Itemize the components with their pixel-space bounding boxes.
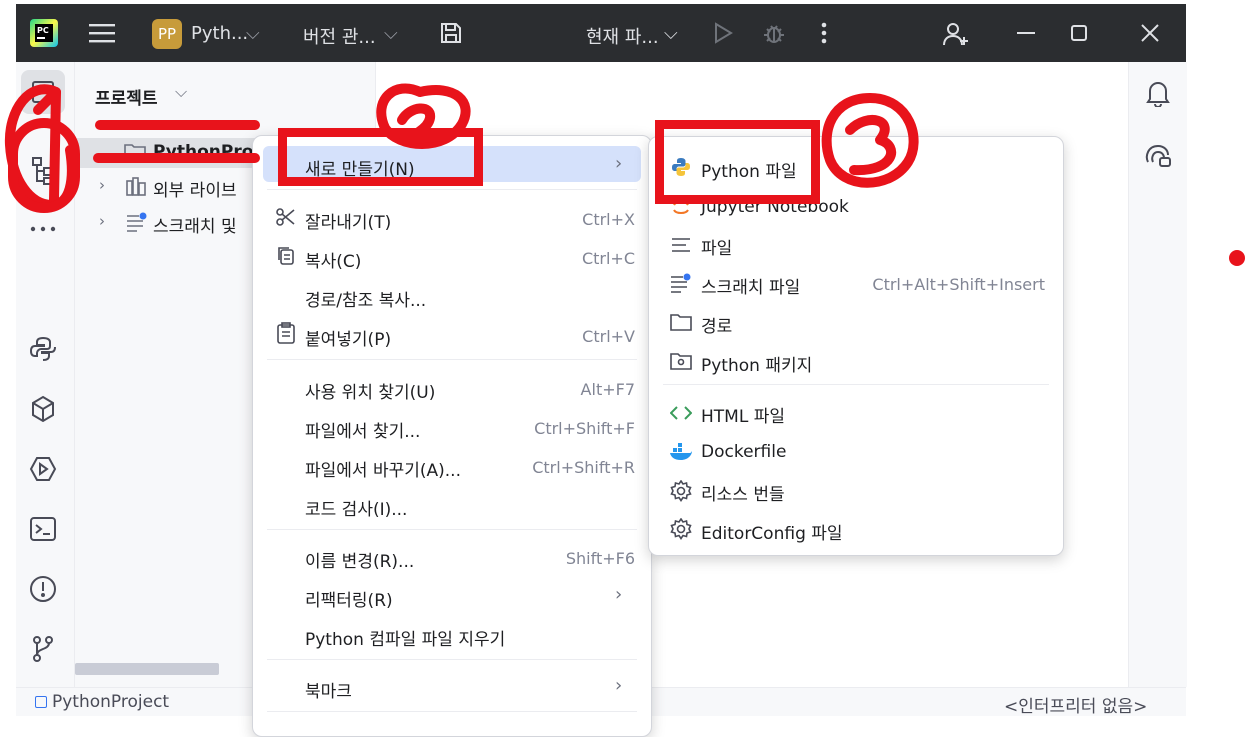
chevron-down-icon: ⌵ [246,23,260,44]
chevron-right-icon[interactable]: › [99,176,105,194]
submenu-item-directory[interactable]: 경로 [701,312,732,337]
status-project[interactable]: PythonProject [52,692,169,712]
right-tool-strip [1128,62,1187,687]
submenu-item-scratch-file[interactable]: 스크래치 파일 [701,273,800,298]
services-icon[interactable] [26,452,60,486]
docker-icon [669,440,693,464]
chevron-right-icon[interactable]: › [99,212,105,230]
chevron-right-icon: › [615,153,623,174]
copy-icon [275,244,297,266]
shortcut-copy: Ctrl+C [581,249,635,268]
main-menu-icon[interactable] [88,20,116,46]
annotation-box-3 [655,120,820,204]
maximize-icon[interactable] [1066,20,1092,46]
shortcut-scratch-file: Ctrl+Alt+Shift+Insert [872,275,1045,294]
run-icon[interactable] [710,20,736,46]
folder-icon [123,140,147,164]
scratch-file-icon [669,271,693,295]
menu-item-inspect-code[interactable]: 코드 검사(I)... [305,495,407,520]
html-icon [669,401,693,425]
editorconfig-icon [669,517,693,541]
text-file-icon [669,233,693,257]
tree-item-external-libraries[interactable]: 외부 라이브 [153,176,237,201]
python-packages-icon[interactable] [26,392,60,426]
run-config-dropdown[interactable]: 현재 파... [586,23,659,49]
tree-item-scratches[interactable]: 스크래치 및 [153,212,237,237]
submenu-item-file[interactable]: 파일 [701,234,732,259]
chevron-right-icon: › [615,584,623,605]
shortcut-rename: Shift+F6 [565,549,635,568]
python-package-icon [669,349,693,373]
context-menu: 새로 만들기(N) › 잘라내기(T) Ctrl+X 복사(C) Ctrl+C … [252,135,652,737]
close-icon[interactable] [1137,20,1163,46]
submenu-item-editorconfig[interactable]: EditorConfig 파일 [701,519,843,544]
submenu-item-html-file[interactable]: HTML 파일 [701,402,785,427]
shortcut-replace-in-files: Ctrl+Shift+R [532,458,635,477]
horizontal-scrollbar[interactable] [75,663,219,675]
more-tools-icon[interactable] [26,214,60,244]
menu-item-paste[interactable]: 붙여넣기(P) [305,325,391,350]
menu-item-find-usages[interactable]: 사용 위치 찾기(U) [305,378,435,403]
menu-item-bookmarks[interactable]: 북마크 [305,677,352,702]
cut-icon [275,206,297,228]
submenu-item-dockerfile[interactable]: Dockerfile [701,442,786,462]
pycharm-logo-icon[interactable]: PC [30,19,58,47]
save-icon[interactable] [438,20,464,46]
shortcut-paste: Ctrl+V [582,327,635,346]
menu-item-copy[interactable]: 복사(C) [305,247,361,272]
paste-icon [275,322,297,344]
title-bar: PC PP Pyth... ⌵ 버전 관... ⌵ 현재 파... ⌵ [16,4,1186,62]
vcs-dropdown[interactable]: 버전 관... [303,23,376,49]
menu-item-find-in-files[interactable]: 파일에서 찾기... [305,417,420,442]
project-badge[interactable]: PP [152,19,182,49]
module-icon [35,696,47,708]
version-control-icon[interactable] [26,632,60,666]
annotation-box-2 [278,128,483,186]
scratches-icon [125,210,149,234]
add-user-icon[interactable] [941,19,971,49]
shortcut-find-usages: Alt+F7 [580,380,635,399]
minimize-icon[interactable] [1013,20,1039,46]
project-tool-button[interactable] [21,70,65,114]
ai-assistant-icon[interactable] [1141,138,1175,172]
chevron-down-icon[interactable]: ⌵ [175,82,187,102]
svg-text:PC: PC [37,26,49,35]
terminal-icon[interactable] [26,512,60,546]
resource-bundle-icon [669,479,693,503]
submenu-item-python-package[interactable]: Python 패키지 [701,351,812,376]
problems-icon[interactable] [26,572,60,606]
interpreter-status[interactable]: <인터프리터 없음> [1004,692,1147,717]
directory-icon [669,310,693,334]
shortcut-cut: Ctrl+X [582,210,635,229]
menu-item-clean-python-compiled[interactable]: Python 컴파일 파일 지우기 [305,625,505,650]
annotation-box-1 [8,118,80,213]
chevron-down-icon: ⌵ [384,23,398,44]
library-icon [125,174,149,198]
submenu-item-resource-bundle[interactable]: 리소스 번들 [701,480,785,505]
chevron-right-icon: › [615,675,623,696]
shortcut-find-in-files: Ctrl+Shift+F [534,419,635,438]
more-actions-icon[interactable] [814,20,834,46]
menu-item-replace-in-files[interactable]: 파일에서 바꾸기(A)... [305,456,461,481]
menu-item-refactor[interactable]: 리팩터링(R) [305,586,393,611]
chevron-down-icon: ⌵ [664,23,678,44]
menu-item-cut[interactable]: 잘라내기(T) [305,208,391,233]
debug-icon[interactable] [761,20,787,46]
menu-item-copy-path[interactable]: 경로/참조 복사... [305,286,426,311]
project-name-dropdown[interactable]: Pyth... [191,23,248,44]
python-console-icon[interactable] [26,332,60,366]
notifications-bell-icon[interactable] [1141,76,1175,110]
menu-item-rename[interactable]: 이름 변경(R)... [305,547,414,572]
project-panel-title[interactable]: 프로젝트 [95,84,158,109]
